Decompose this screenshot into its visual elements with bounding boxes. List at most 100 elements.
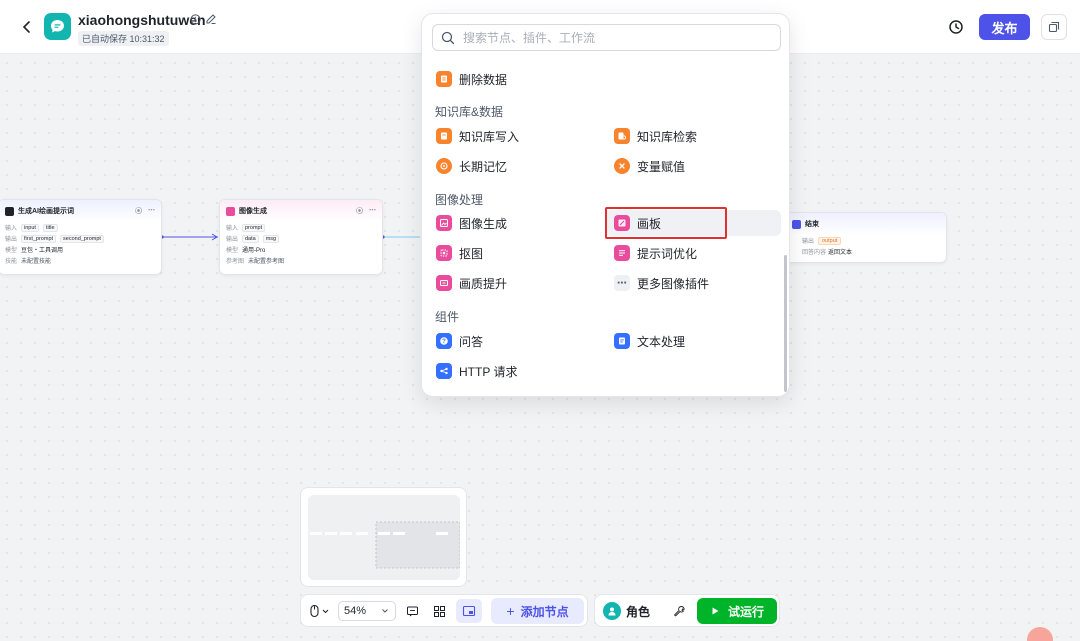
- item-label: 删除数据: [459, 72, 508, 87]
- test-run-button[interactable]: 试运行: [697, 598, 777, 624]
- panel-item-knowledge-search[interactable]: 知识库检索: [600, 123, 697, 149]
- item-label: 文本处理: [637, 334, 686, 349]
- node-row-output: 输出 first_prompt second_prompt: [0, 233, 161, 244]
- info-icon[interactable]: [190, 14, 201, 25]
- image-icon: [226, 206, 235, 216]
- knowledge-search-icon: [614, 128, 630, 144]
- node-header: 生成AI绘画提示词 ⦿ ⋯: [0, 200, 161, 222]
- wrench-icon: [673, 605, 685, 616]
- param-tag: output: [818, 236, 842, 245]
- more-icon[interactable]: ⋯: [369, 206, 376, 216]
- add-node-button[interactable]: + 添加节点: [491, 598, 584, 624]
- node-header: 结束: [786, 213, 946, 235]
- node-search[interactable]: [432, 24, 781, 51]
- canvas-toolbar: 54% + 添加节点: [300, 594, 588, 627]
- chat-bubble-icon: [51, 20, 64, 33]
- llm-icon: [5, 206, 14, 216]
- run-node-icon[interactable]: ⦿: [135, 206, 142, 216]
- app-title: xiaohongshutuwen: [78, 12, 206, 28]
- text-processing-icon: [614, 333, 630, 349]
- publish-button[interactable]: 发布: [979, 14, 1030, 40]
- panel-scrollbar[interactable]: [784, 255, 787, 392]
- minimap-icon: [462, 605, 476, 616]
- search-icon: [441, 31, 455, 44]
- pointer-mode-button[interactable]: [307, 601, 333, 621]
- answer-value: 返回文本: [828, 250, 853, 256]
- param-tag: first_prompt: [21, 234, 57, 243]
- panel-item-variable-assign[interactable]: 变量赋值: [600, 153, 685, 179]
- zoom-value: 54%: [344, 605, 367, 617]
- prompt-optimize-icon: [614, 245, 630, 261]
- item-label: 画板: [637, 216, 662, 231]
- panel-item-prompt-optimize[interactable]: 提示词优化: [600, 240, 697, 266]
- minimap[interactable]: [300, 487, 467, 587]
- database-delete-icon: [436, 71, 452, 87]
- more-icon[interactable]: ⋯: [148, 206, 155, 216]
- panel-item-upscale[interactable]: 画质提升: [422, 270, 507, 296]
- panel-item-long-term-memory[interactable]: 长期记忆: [422, 153, 507, 179]
- item-label: 图像生成: [459, 216, 508, 231]
- debug-tools-button[interactable]: [669, 601, 689, 621]
- reference-value: 未配置参考图: [248, 259, 285, 265]
- param-tag: data: [242, 234, 259, 243]
- minimap-toggle-button[interactable]: [456, 599, 482, 623]
- panel-item-image-generation[interactable]: 图像生成: [422, 210, 507, 236]
- item-label: 知识库检索: [637, 129, 698, 144]
- zoom-select[interactable]: 54%: [338, 601, 396, 621]
- item-label: HTTP 请求: [459, 364, 518, 379]
- history-icon[interactable]: [946, 17, 966, 37]
- end-icon: [792, 219, 801, 229]
- panel-item-http-request[interactable]: HTTP 请求: [422, 358, 517, 384]
- row-label: 回答内容: [802, 250, 827, 256]
- panel-item-knowledge-write[interactable]: 知识库写入: [422, 123, 519, 149]
- node-row-reference: 参考图 未配置参考图: [220, 255, 382, 266]
- panel-item-text-processing[interactable]: 文本处理: [600, 328, 685, 354]
- node-end[interactable]: 结束 输出 output 回答内容 返回文本: [785, 212, 947, 263]
- category-components: 组件: [435, 310, 460, 324]
- canvas-icon: [614, 215, 630, 231]
- panel-item-delete-data[interactable]: 删除数据: [422, 66, 507, 92]
- item-label: 变量赋值: [637, 159, 686, 174]
- node-prompt-generator[interactable]: 生成AI绘画提示词 ⦿ ⋯ 输入 input title 输出 first_pr…: [0, 199, 162, 275]
- minimap-nodes: [310, 521, 461, 569]
- panel-item-more-image-plugins[interactable]: ⋯ 更多图像插件: [600, 270, 709, 296]
- row-label: 输出: [226, 237, 239, 243]
- node-row-input: 输入 input title: [0, 222, 161, 233]
- image-generate-icon: [436, 215, 452, 231]
- role-button[interactable]: 角色: [603, 600, 650, 622]
- assistant-mascot-icon[interactable]: [1027, 627, 1053, 641]
- param-tag: msg: [262, 234, 280, 243]
- play-icon: [712, 607, 719, 615]
- chevron-left-icon[interactable]: [18, 18, 36, 36]
- panel-item-cutout[interactable]: 抠图: [422, 240, 483, 266]
- variable-icon: [614, 158, 630, 174]
- panel-item-canvas[interactable]: 画板: [600, 210, 661, 236]
- row-label: 技能: [5, 259, 18, 265]
- category-knowledge-data: 知识库&数据: [435, 105, 504, 119]
- row-label: 输出: [802, 239, 815, 245]
- app-logo: [44, 13, 71, 40]
- node-image-generation[interactable]: 图像生成 ⦿ ⋯ 输入 prompt 输出 data msg 模型 通用-Pro…: [219, 199, 383, 275]
- param-tag: title: [42, 223, 58, 232]
- search-input[interactable]: [463, 30, 763, 45]
- copy-button[interactable]: [1041, 14, 1067, 40]
- edit-icon[interactable]: [205, 13, 217, 25]
- panel-item-qa[interactable]: ? 问答: [422, 328, 483, 354]
- plus-icon: +: [506, 603, 515, 619]
- add-node-label: 添加节点: [520, 604, 569, 619]
- role-label: 角色: [626, 604, 651, 619]
- node-row-answer: 回答内容 返回文本: [786, 246, 946, 257]
- item-label: 问答: [459, 334, 484, 349]
- grid-layout-icon: [433, 605, 445, 617]
- row-label: 参考图: [226, 259, 245, 265]
- layout-button[interactable]: [429, 601, 449, 621]
- param-tag: second_prompt: [60, 234, 104, 243]
- svg-text:?: ?: [442, 339, 446, 345]
- node-title: 结束: [805, 221, 819, 228]
- test-run-label: 试运行: [727, 604, 764, 619]
- row-label: 输入: [226, 226, 239, 232]
- node-actions: ⦿ ⋯: [135, 206, 155, 216]
- run-node-icon[interactable]: ⦿: [356, 206, 363, 216]
- model-name: 通用-Pro: [242, 248, 266, 254]
- comment-button[interactable]: [402, 601, 422, 621]
